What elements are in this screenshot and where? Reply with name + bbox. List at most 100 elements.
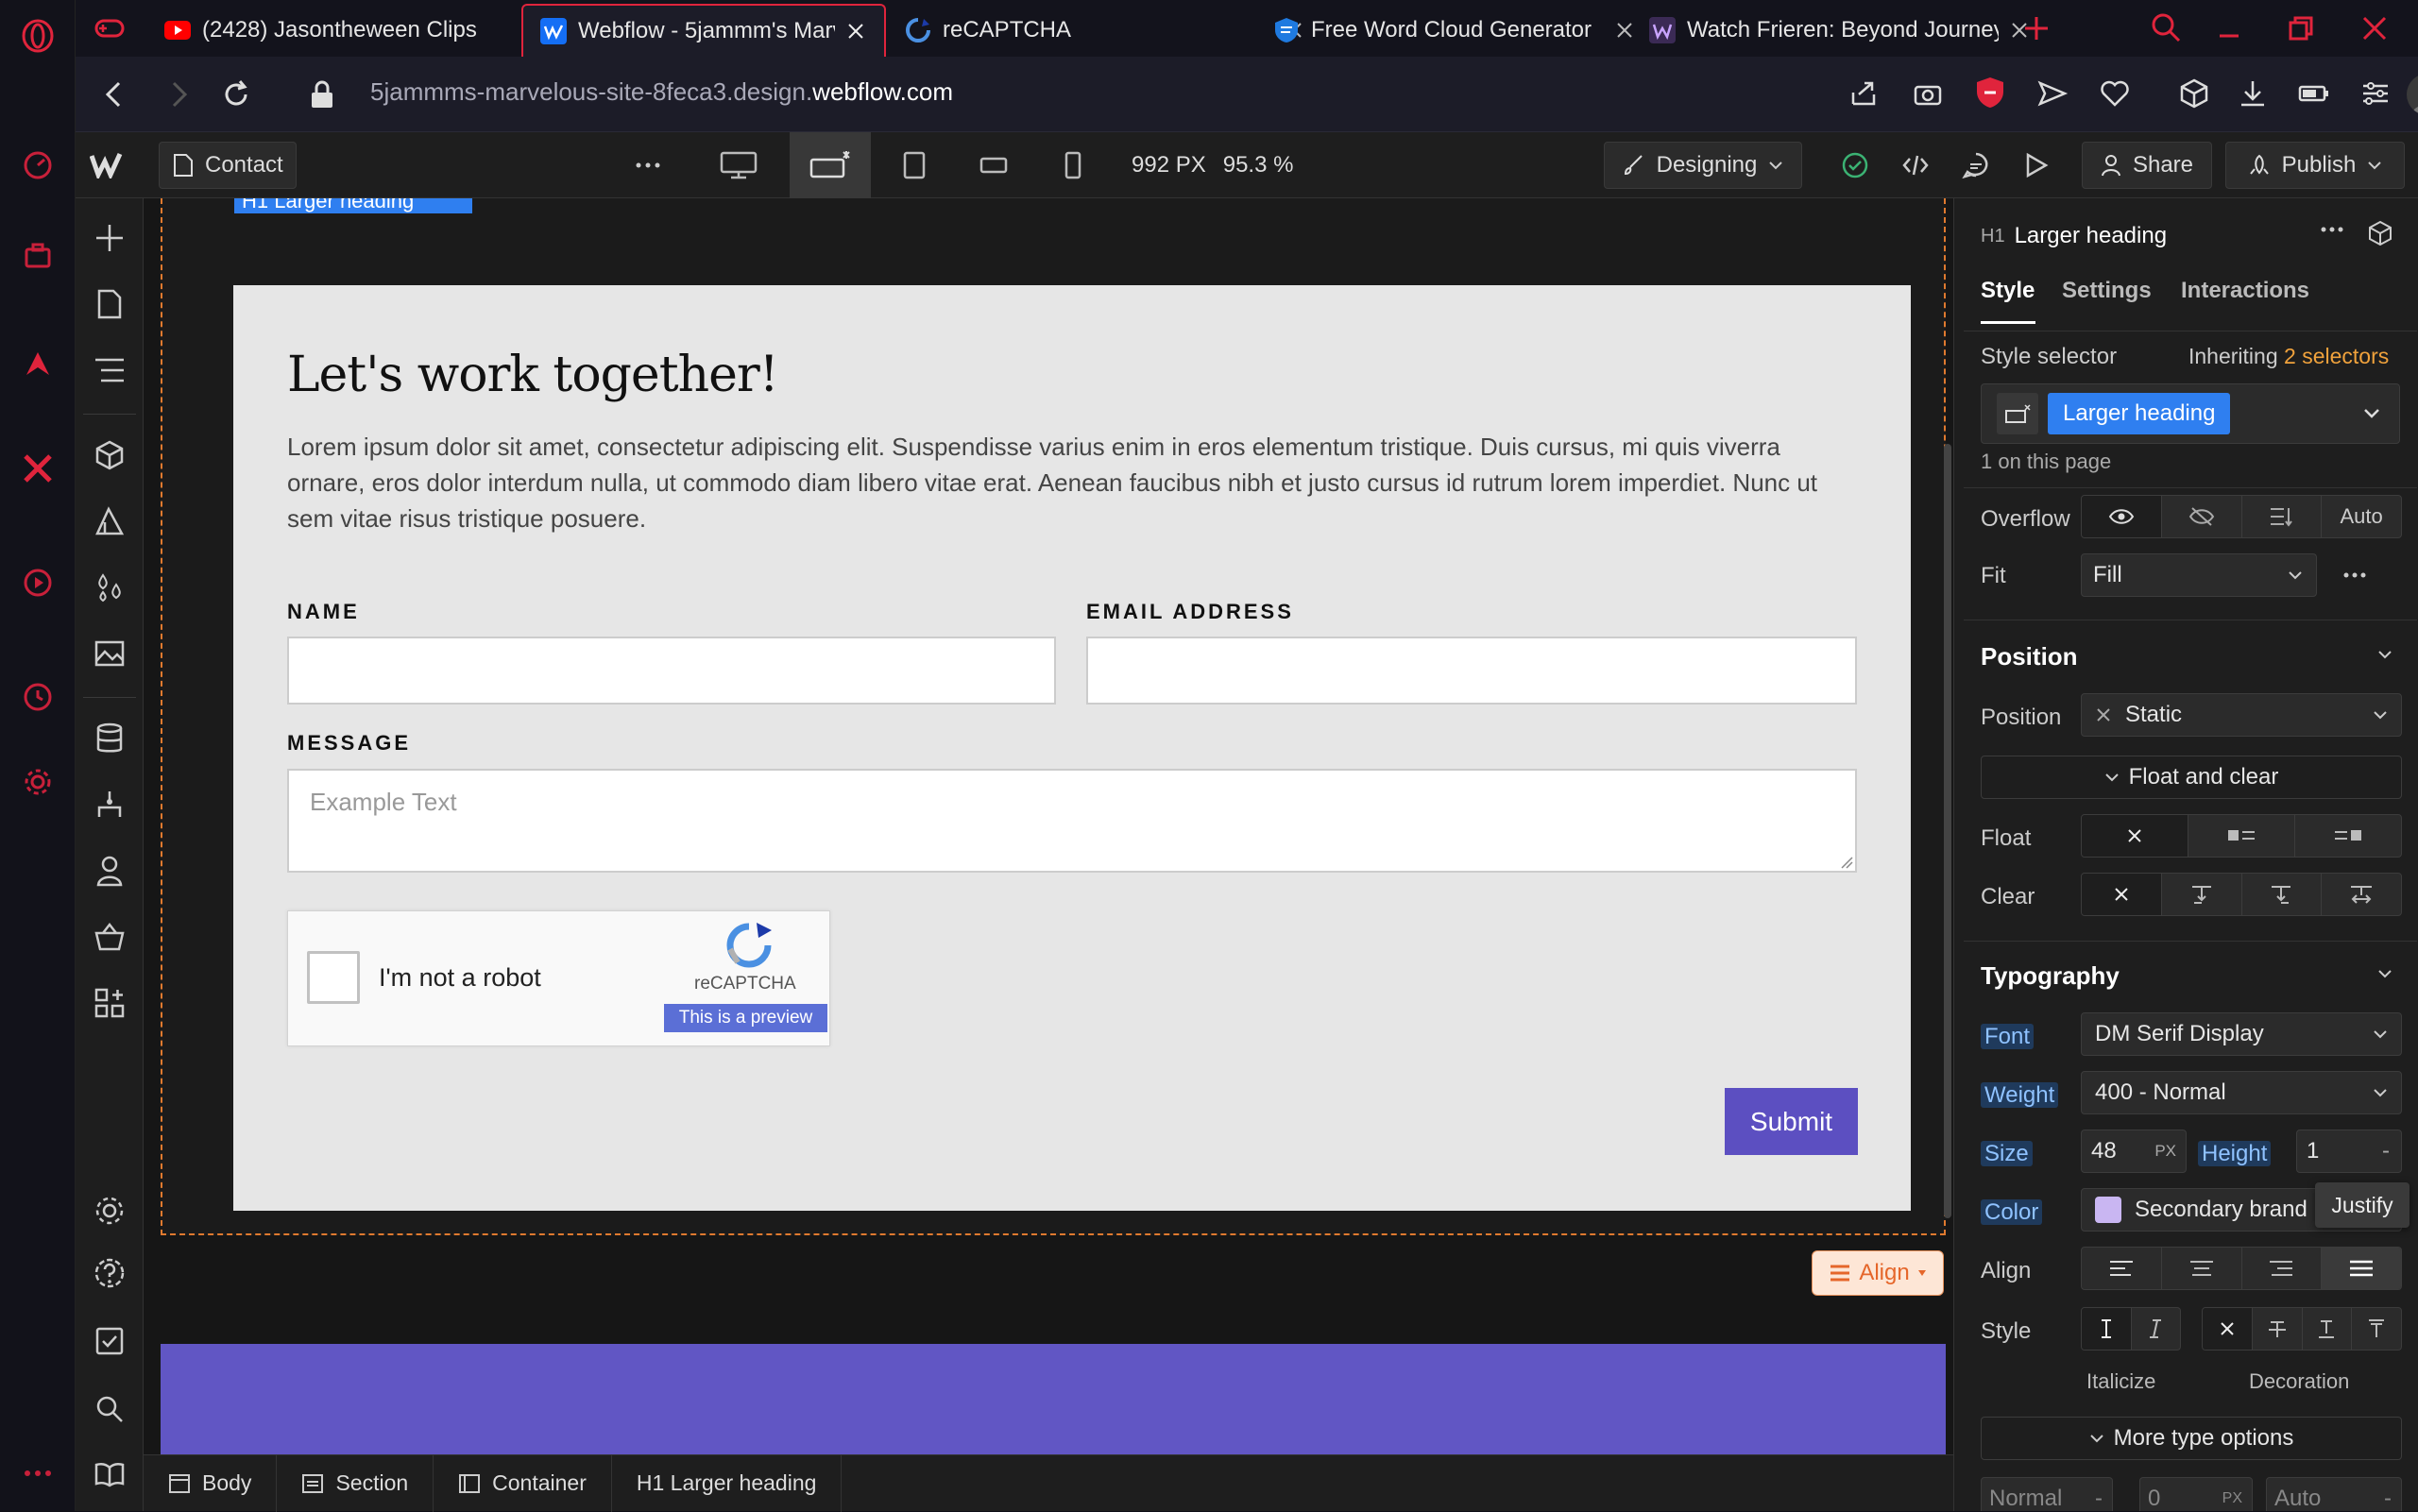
navigator-icon[interactable] xyxy=(91,351,128,389)
battery-icon[interactable] xyxy=(2297,77,2331,110)
position-section-title[interactable]: Position xyxy=(1981,642,2078,671)
style-selector-field[interactable]: Larger heading xyxy=(1981,383,2400,444)
variables-drops-icon[interactable] xyxy=(91,569,128,606)
reload-icon[interactable] xyxy=(219,77,253,111)
tab-word-cloud[interactable]: Free Word Cloud Generator xyxy=(1256,4,1653,57)
email-field[interactable] xyxy=(1086,637,1857,705)
font-select[interactable]: DM Serif Display xyxy=(2081,1012,2402,1056)
inheriting-info[interactable]: Inheriting 2 selectors xyxy=(2188,344,2389,369)
back-icon[interactable] xyxy=(98,77,132,111)
typography-section-title[interactable]: Typography xyxy=(1981,961,2120,991)
opera-logo-icon[interactable] xyxy=(19,17,57,55)
footer-section[interactable] xyxy=(161,1344,1946,1454)
decoration-none-x-icon[interactable] xyxy=(2203,1308,2253,1350)
more-options-icon[interactable] xyxy=(629,146,667,184)
chevron-down-icon[interactable] xyxy=(2363,408,2380,419)
page-selector-button[interactable]: Contact xyxy=(159,142,297,189)
download-icon[interactable] xyxy=(2237,77,2269,110)
align-left-icon[interactable] xyxy=(2082,1248,2162,1289)
webflow-logo-icon[interactable] xyxy=(85,146,132,184)
video-tutorials-icon[interactable] xyxy=(91,1454,128,1492)
help-question-icon[interactable] xyxy=(91,1254,128,1292)
new-tab-plus-icon[interactable] xyxy=(2021,13,2052,43)
contact-paragraph[interactable]: Lorem ipsum dolor sit amet, consectetur … xyxy=(287,429,1855,536)
tab-style[interactable]: Style xyxy=(1981,278,2035,304)
mobile-landscape-breakpoint-icon[interactable] xyxy=(975,146,1013,184)
close-window-icon[interactable] xyxy=(2359,13,2390,43)
float-none-x-icon[interactable] xyxy=(2082,815,2188,857)
tab-webflow[interactable]: Webflow - 5jammm's Marvelous Site xyxy=(521,4,886,57)
letter-spacing-input[interactable]: Normal - xyxy=(1981,1477,2113,1511)
url-text[interactable]: 5jammms-marvelous-site-8feca3.design.web… xyxy=(370,77,953,107)
more-options-icon[interactable] xyxy=(2321,227,2343,232)
publish-button[interactable]: Publish xyxy=(2225,142,2405,189)
align-quick-button[interactable]: Align xyxy=(1812,1250,1944,1296)
more-dots-icon[interactable] xyxy=(19,1454,57,1492)
add-elements-plus-icon[interactable] xyxy=(91,219,128,257)
color-swatch[interactable] xyxy=(2095,1197,2121,1223)
overflow-scroll-icon[interactable] xyxy=(2242,496,2323,537)
float-left-icon[interactable] xyxy=(2188,815,2295,857)
fit-select[interactable]: Fill xyxy=(2081,553,2317,597)
message-field[interactable]: Example Text xyxy=(287,769,1857,873)
contact-heading[interactable]: Let's work together! xyxy=(287,347,779,403)
mode-switcher-button[interactable]: Designing xyxy=(1604,142,1802,189)
clear-both-icon[interactable] xyxy=(2322,874,2401,915)
align-justify-icon[interactable] xyxy=(2322,1248,2401,1289)
extensions-cube-icon[interactable] xyxy=(2178,77,2210,110)
overflow-hidden-eye-icon[interactable] xyxy=(2162,496,2242,537)
preview-play-icon[interactable] xyxy=(2018,146,2055,184)
history-icon[interactable] xyxy=(19,678,57,716)
share-page-icon[interactable] xyxy=(1848,77,1880,110)
size-input[interactable]: 48 PX xyxy=(2081,1130,2187,1173)
inheriting-link[interactable]: 2 selectors xyxy=(2284,344,2389,368)
design-canvas[interactable]: H1 Larger heading Let's work together! L… xyxy=(144,198,1953,1454)
settings-gear-icon[interactable] xyxy=(19,763,57,801)
overline-icon[interactable] xyxy=(2352,1308,2401,1350)
contact-section[interactable]: H1 Larger heading Let's work together! L… xyxy=(161,198,1946,1235)
cms-database-icon[interactable] xyxy=(91,720,128,757)
clear-right-icon[interactable] xyxy=(2242,874,2323,915)
columns-input[interactable]: Auto - xyxy=(2266,1477,2402,1511)
send-icon[interactable] xyxy=(2036,77,2069,110)
breadcrumb-heading[interactable]: H1 Larger heading xyxy=(612,1454,843,1512)
logic-flow-icon[interactable] xyxy=(91,786,128,824)
captcha-checkbox[interactable] xyxy=(307,951,360,1004)
code-icon[interactable] xyxy=(1897,146,1934,184)
height-unit[interactable]: - xyxy=(2382,1138,2390,1164)
profile-avatar[interactable] xyxy=(2407,74,2418,115)
ecommerce-basket-icon[interactable] xyxy=(91,918,128,956)
forward-icon[interactable] xyxy=(161,77,195,111)
tablet-breakpoint-icon[interactable] xyxy=(895,146,933,184)
adblock-shield-icon[interactable] xyxy=(1974,76,2006,110)
overflow-visible-eye-icon[interactable] xyxy=(2082,496,2162,537)
restore-window-icon[interactable] xyxy=(2286,13,2316,43)
clear-none-x-icon[interactable] xyxy=(2082,874,2162,915)
aria-icon[interactable] xyxy=(19,345,57,382)
gamepad-icon[interactable] xyxy=(93,11,127,45)
upright-i-icon[interactable] xyxy=(2082,1308,2132,1350)
tab-frieren[interactable]: Watch Frieren: Beyond Journey's End xyxy=(1632,4,2048,57)
comments-icon[interactable] xyxy=(1957,146,1995,184)
heart-icon[interactable] xyxy=(2099,77,2131,110)
breadcrumb-container[interactable]: Container xyxy=(434,1454,612,1512)
collapse-chevron-icon[interactable] xyxy=(2377,650,2392,659)
resize-handle-icon[interactable] xyxy=(1840,856,1853,869)
components-cube-icon[interactable] xyxy=(91,436,128,474)
share-button[interactable]: Share xyxy=(2082,142,2212,189)
clear-left-icon[interactable] xyxy=(2162,874,2242,915)
underline-icon[interactable] xyxy=(2303,1308,2353,1350)
selector-chip[interactable]: Larger heading xyxy=(2048,393,2231,434)
desktop-breakpoint-icon[interactable] xyxy=(710,142,767,189)
text-indent-input[interactable]: 0 PX xyxy=(2139,1477,2253,1511)
mobile-portrait-breakpoint-icon[interactable] xyxy=(1054,146,1092,184)
users-person-icon[interactable] xyxy=(91,852,128,890)
check-status-icon[interactable] xyxy=(1836,146,1874,184)
easy-setup-icon[interactable] xyxy=(2359,77,2392,110)
x-twitter-icon[interactable] xyxy=(19,450,57,487)
breadcrumb-body[interactable]: Body xyxy=(144,1454,278,1512)
camera-icon[interactable] xyxy=(1912,77,1944,110)
float-right-icon[interactable] xyxy=(2295,815,2401,857)
float-and-clear-button[interactable]: Float and clear xyxy=(1981,756,2402,799)
audit-checkbox-icon[interactable] xyxy=(91,1322,128,1360)
